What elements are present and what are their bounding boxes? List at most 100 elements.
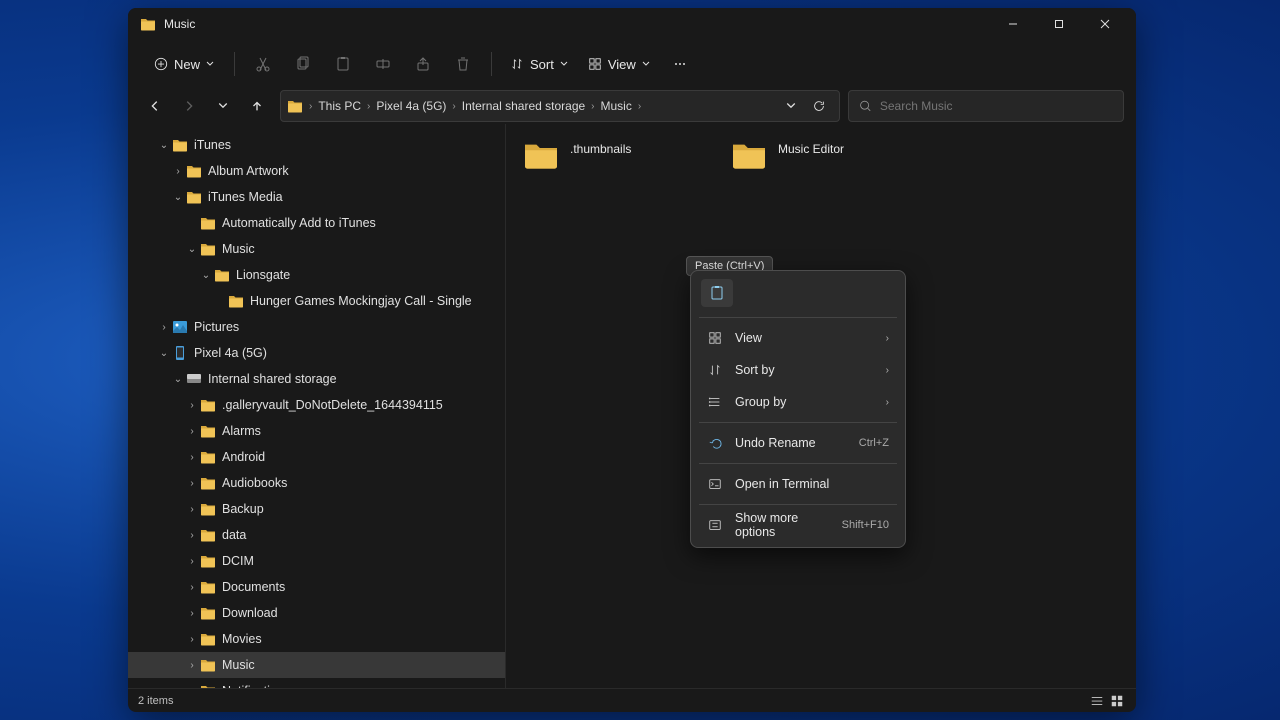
expander-icon[interactable]: ⌄ [170,374,186,385]
window-title: Music [164,17,195,31]
maximize-button[interactable] [1036,8,1082,40]
context-undo-rename[interactable]: Undo Rename Ctrl+Z [697,427,899,459]
folder-icon [522,140,560,172]
tree-label: Music [222,242,255,256]
folder-icon [730,140,768,172]
tree-item[interactable]: › Audiobooks [128,470,505,496]
expander-icon[interactable]: › [184,660,200,671]
context-sort-by[interactable]: Sort by› [697,354,899,386]
navigation-tree: ⌄iTunes›Album Artwork⌄iTunes MediaAutoma… [128,124,506,688]
tree-item[interactable]: ›Download [128,600,505,626]
paste-button[interactable] [325,46,361,82]
address-bar: › This PC› Pixel 4a (5G)› Internal share… [128,88,1136,124]
expander-icon[interactable]: ⌄ [184,244,200,255]
tree-item[interactable]: ›Album Artwork [128,158,505,184]
tree-item[interactable]: Hunger Games Mockingjay Call - Single [128,288,505,314]
context-show-more-options[interactable]: Show more options Shift+F10 [697,509,899,541]
context-label: View [735,331,874,345]
expander-icon[interactable]: ⌄ [170,192,186,203]
tree-label: Pixel 4a (5G) [194,346,267,360]
tree-item[interactable]: › .galleryvault_DoNotDelete_1644394115 [128,392,505,418]
tree-item[interactable]: Automatically Add to iTunes [128,210,505,236]
expander-icon[interactable]: › [184,504,200,515]
rename-button[interactable] [365,46,401,82]
expander-icon[interactable]: › [184,556,200,567]
context-open-terminal[interactable]: Open in Terminal [697,468,899,500]
more-icon [707,517,723,533]
expander-icon[interactable]: › [184,452,200,463]
tree-item[interactable]: › DCIM [128,548,505,574]
delete-button[interactable] [445,46,481,82]
tree-item[interactable]: › Documents [128,574,505,600]
tree-item[interactable]: ⌄iTunes Media [128,184,505,210]
tree-label: .galleryvault_DoNotDelete_1644394115 [222,398,443,412]
breadcrumb-seg[interactable]: This PC [314,99,365,113]
context-group-by[interactable]: Group by› [697,386,899,418]
sort-button[interactable]: Sort [502,51,576,78]
tree-item[interactable]: ⌄ Pixel 4a (5G) [128,340,505,366]
tree-label: Notifications [222,684,290,688]
folder-item[interactable]: Music Editor [726,136,926,176]
minimize-button[interactable] [990,8,1036,40]
breadcrumb-dropdown[interactable] [777,101,805,111]
breadcrumb-seg[interactable]: Pixel 4a (5G) [372,99,450,113]
folder-item[interactable]: .thumbnails [518,136,718,176]
tree-item[interactable]: › Notifications [128,678,505,688]
refresh-button[interactable] [805,99,833,113]
icons-view-button[interactable] [1108,692,1126,710]
new-button[interactable]: New [144,51,224,78]
search-box[interactable] [848,90,1124,122]
tree-item[interactable]: ›Alarms [128,418,505,444]
status-bar: 2 items [128,688,1136,712]
back-button[interactable] [140,91,170,121]
tree-item[interactable]: ⌄ Music [128,236,505,262]
expander-icon[interactable]: › [184,686,200,689]
tree-item[interactable]: ›data [128,522,505,548]
share-button[interactable] [405,46,441,82]
tree-label: DCIM [222,554,254,568]
expander-icon[interactable]: › [184,426,200,437]
close-button[interactable] [1082,8,1128,40]
cut-button[interactable] [245,46,281,82]
shortcut-label: Ctrl+Z [859,437,889,449]
tree-label: Lionsgate [236,268,290,282]
expander-icon[interactable]: › [170,166,186,177]
copy-button[interactable] [285,46,321,82]
expander-icon[interactable]: › [184,478,200,489]
expander-icon[interactable]: › [156,322,172,333]
expander-icon[interactable]: ⌄ [198,270,214,281]
tree-item[interactable]: ⌄ Internal shared storage [128,366,505,392]
tree-item[interactable]: ›Pictures [128,314,505,340]
expander-icon[interactable]: › [184,582,200,593]
tree-item[interactable]: ›Backup [128,496,505,522]
tree-label: Audiobooks [222,476,287,490]
expander-icon[interactable]: › [184,530,200,541]
tree-item[interactable]: ›Music [128,652,505,678]
tree-item[interactable]: ›Movies [128,626,505,652]
up-button[interactable] [242,91,272,121]
tree-item[interactable]: ›Android [128,444,505,470]
more-button[interactable] [662,46,698,82]
item-count: 2 items [138,695,173,707]
breadcrumb-seg[interactable]: Music [597,99,636,113]
view-button[interactable]: View [580,51,658,78]
breadcrumb-seg[interactable]: Internal shared storage [458,99,589,113]
context-paste-button[interactable] [701,279,733,307]
expander-icon[interactable]: › [184,608,200,619]
expander-icon[interactable]: › [184,400,200,411]
details-view-button[interactable] [1088,692,1106,710]
expander-icon[interactable]: ⌄ [156,140,172,151]
expander-icon[interactable]: ⌄ [156,348,172,359]
context-view[interactable]: View› [697,322,899,354]
search-input[interactable] [880,99,1113,113]
plus-circle-icon [154,57,168,71]
recent-locations-button[interactable] [208,91,238,121]
sort-label: Sort [530,57,554,72]
tree-label: Internal shared storage [208,372,337,386]
tree-label: Documents [222,580,285,594]
expander-icon[interactable]: › [184,634,200,645]
forward-button[interactable] [174,91,204,121]
breadcrumb[interactable]: › This PC› Pixel 4a (5G)› Internal share… [280,90,840,122]
tree-item[interactable]: ⌄iTunes [128,132,505,158]
tree-item[interactable]: ⌄ Lionsgate [128,262,505,288]
